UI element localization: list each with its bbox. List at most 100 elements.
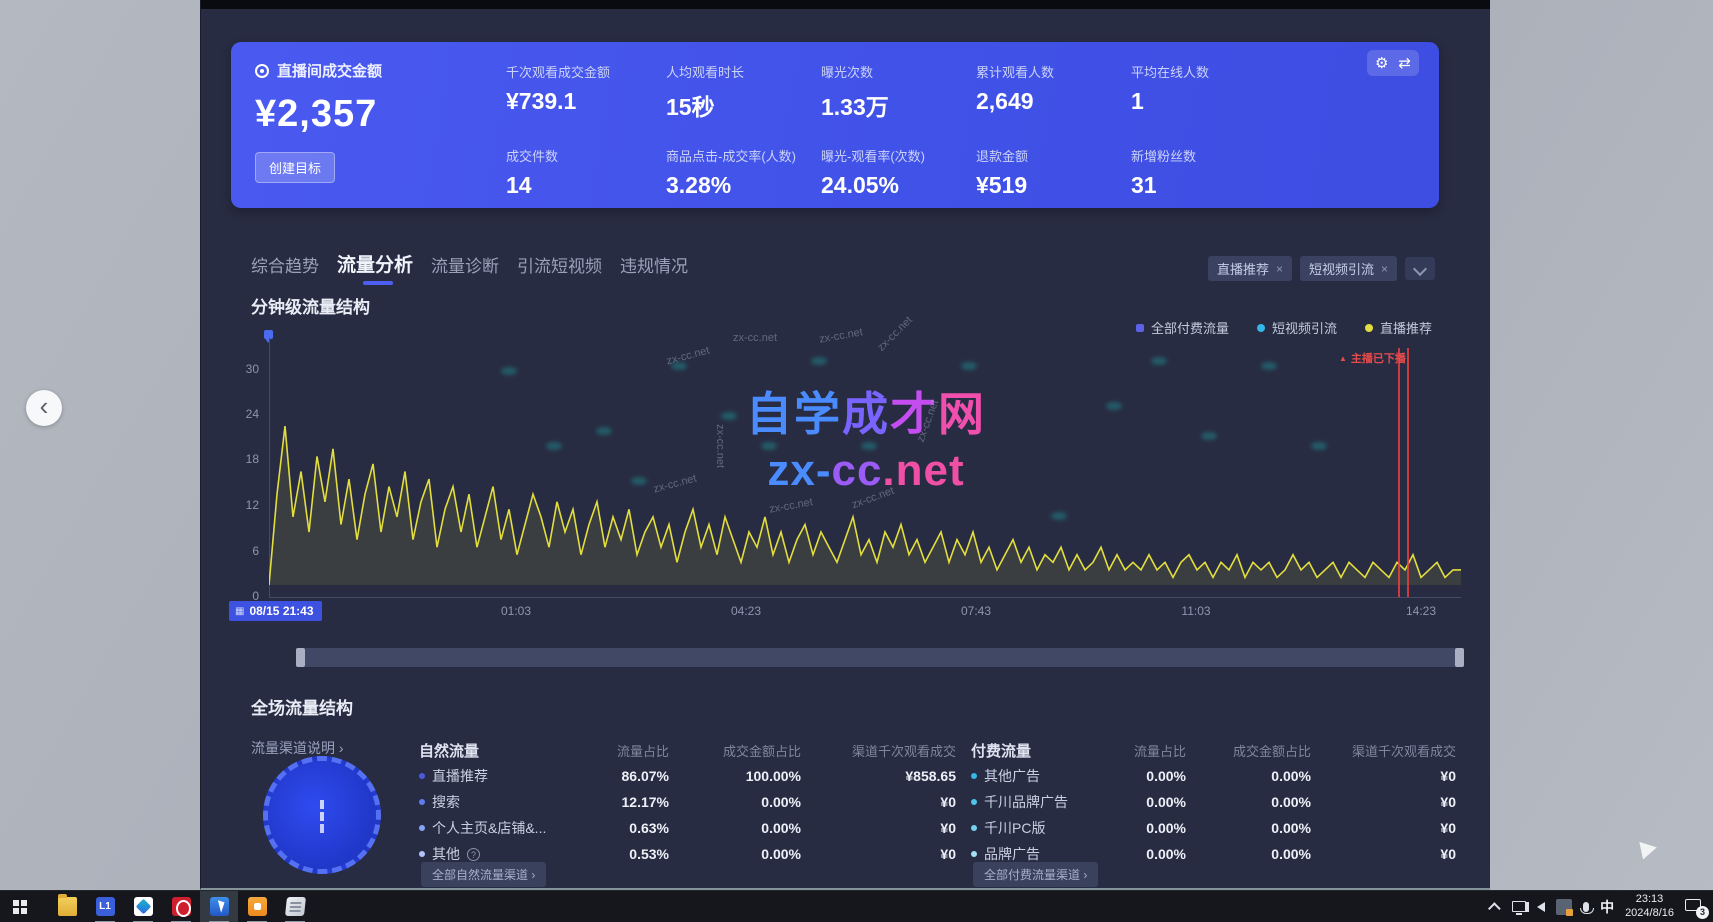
filter-chip-live-recommend[interactable]: 直播推荐 × [1208, 256, 1292, 281]
table-row: 直播推荐 86.07% 100.00% ¥858.65 [419, 763, 956, 789]
x-axis-tick: 14:23 [1406, 604, 1436, 618]
taskbar-clock[interactable]: 23:13 2024/8/16 [1625, 893, 1674, 921]
chart-noise-smudge [1051, 512, 1067, 520]
metric-card: 成交件数14 [506, 146, 666, 199]
column-header: 渠道千次观看成交 [801, 741, 956, 760]
series-dot [971, 825, 977, 831]
metric-value: 2,649 [976, 88, 1131, 115]
stream-end-marker-line [1407, 348, 1409, 597]
desktop: ‹ 直播间成交金额 ¥2,357 创建目标 千次观看成交金额¥739.1 人均观… [0, 0, 1713, 922]
chart-noise-smudge [861, 442, 877, 450]
scrollbar-left-handle[interactable] [296, 648, 305, 667]
cell-value: 0.00% [1121, 846, 1186, 862]
chart-noise-smudge [1106, 402, 1122, 410]
tab-traffic-analysis[interactable]: 流量分析 [337, 250, 413, 285]
swap-icon[interactable]: ⇄ [1398, 56, 1411, 71]
metric-value: 24.05% [821, 172, 976, 199]
channel-explain-link[interactable]: 流量渠道说明 › [251, 738, 344, 758]
metric-card: 累计观看人数 2,649 [976, 62, 1131, 122]
traffic-donut-chart [246, 739, 397, 890]
chart-noise-smudge [631, 477, 647, 485]
taskbar-app-l1[interactable]: L1 [86, 891, 124, 922]
x-axis-tick: 07:43 [961, 604, 991, 618]
speaker-icon[interactable] [1537, 902, 1545, 912]
traffic-filter-chips: 直播推荐 × 短视频引流 × [1208, 256, 1435, 281]
row-label: 个人主页&店铺&... [432, 818, 546, 838]
chart-noise-smudge [961, 362, 977, 370]
folder-icon [58, 897, 77, 916]
paid-traffic-table: 付费流量 流量占比 成交金额占比 渠道千次观看成交 其他广告 0.00% 0.0… [971, 737, 1456, 867]
row-label: 千川PC版 [984, 818, 1045, 838]
chart-noise-smudge [1151, 357, 1167, 365]
notification-center-button[interactable]: 3 [1685, 899, 1705, 915]
row-label: 其他广告 [984, 766, 1040, 786]
series-dot [419, 773, 425, 779]
taskbar-notepad[interactable] [276, 891, 314, 922]
tab-overall-trend[interactable]: 综合趋势 [251, 252, 319, 285]
filter-chip-short-video[interactable]: 短视频引流 × [1300, 256, 1397, 281]
previous-media-button[interactable]: ‹ [26, 390, 62, 426]
cell-value: ¥0 [1311, 820, 1456, 836]
cell-value: 0.00% [1121, 820, 1186, 836]
start-button[interactable] [0, 891, 40, 922]
row-label: 搜索 [432, 792, 460, 812]
taskbar-app-teal[interactable] [124, 891, 162, 922]
all-paid-channels-button[interactable]: 全部付费流量渠道 › [973, 862, 1098, 887]
metric-value: 1 [1131, 88, 1291, 115]
forward-arrow-icon[interactable] [1639, 839, 1658, 860]
metric-card: 新增粉丝数31 [1131, 146, 1291, 199]
cell-value: 100.00% [669, 768, 801, 784]
taskbar-app-orange[interactable] [238, 891, 276, 922]
metric-label: 曝光-观看率(次数) [821, 146, 976, 165]
taskbar-app-red[interactable] [162, 891, 200, 922]
create-goal-button[interactable]: 创建目标 [255, 152, 335, 183]
taskbar-app-pointer[interactable] [200, 891, 238, 922]
series-dot [971, 799, 977, 805]
notepad-icon [285, 897, 306, 916]
metric-value: ¥519 [976, 172, 1131, 199]
minute-traffic-chart[interactable]: 30 24 18 12 6 0 ▲ 主播已下播 ▦ 08/15 21:43 [201, 328, 1490, 628]
tab-traffic-diagnosis[interactable]: 流量诊断 [431, 252, 499, 285]
scrollbar-right-handle[interactable] [1455, 648, 1464, 667]
cell-value: 0.00% [669, 820, 801, 836]
x-axis-tick: 04:23 [731, 604, 761, 618]
tab-short-video[interactable]: 引流短视频 [517, 252, 602, 285]
cell-value: 0.00% [669, 846, 801, 862]
metric-label: 人均观看时长 [666, 62, 821, 81]
chart-noise-smudge [596, 427, 612, 435]
network-icon[interactable] [1512, 901, 1526, 912]
info-icon[interactable]: ? [467, 848, 480, 861]
gear-icon[interactable]: ⚙ [1375, 56, 1388, 71]
cell-value: ¥0 [1311, 846, 1456, 862]
arrow-right-icon: › [339, 740, 344, 756]
primary-metric-header: 直播间成交金额 [255, 60, 382, 81]
table-row: 千川PC版 0.00% 0.00% ¥0 [971, 815, 1456, 841]
series-dot [419, 799, 425, 805]
taskbar-file-explorer[interactable] [48, 891, 86, 922]
metric-value: 31 [1131, 172, 1291, 199]
chart-noise-smudge [721, 412, 737, 420]
chart-range-scrollbar[interactable] [296, 648, 1464, 667]
close-icon[interactable]: × [1381, 262, 1388, 276]
tray-app-icon[interactable] [1556, 899, 1572, 915]
close-icon[interactable]: × [1276, 262, 1283, 276]
scrollbar-track[interactable] [305, 648, 1455, 667]
grid-icon: ▦ [235, 606, 244, 617]
tray-expand-icon[interactable] [1488, 902, 1501, 915]
traffic-line-plot[interactable] [269, 340, 1461, 598]
chart-noise-smudge [671, 362, 687, 370]
cell-value: 0.00% [1186, 846, 1311, 862]
ime-indicator[interactable]: 中 [1600, 897, 1614, 917]
natural-traffic-table: 自然流量 流量占比 成交金额占比 渠道千次观看成交 直播推荐 86.07% 10… [419, 737, 956, 867]
column-header: 流量占比 [1121, 741, 1186, 760]
chevron-down-icon[interactable] [1405, 257, 1435, 280]
metric-label: 平均在线人数 [1131, 62, 1291, 81]
chart-noise-smudge [546, 442, 562, 450]
all-natural-channels-button[interactable]: 全部自然流量渠道 › [421, 862, 546, 887]
microphone-icon[interactable] [1583, 902, 1589, 912]
table-row: 个人主页&店铺&... 0.63% 0.00% ¥0 [419, 815, 956, 841]
full-section-title: 全场流量结构 [251, 694, 353, 719]
tab-violations[interactable]: 违规情况 [620, 252, 688, 285]
metric-label: 累计观看人数 [976, 62, 1131, 81]
metric-label: 成交件数 [506, 146, 666, 165]
